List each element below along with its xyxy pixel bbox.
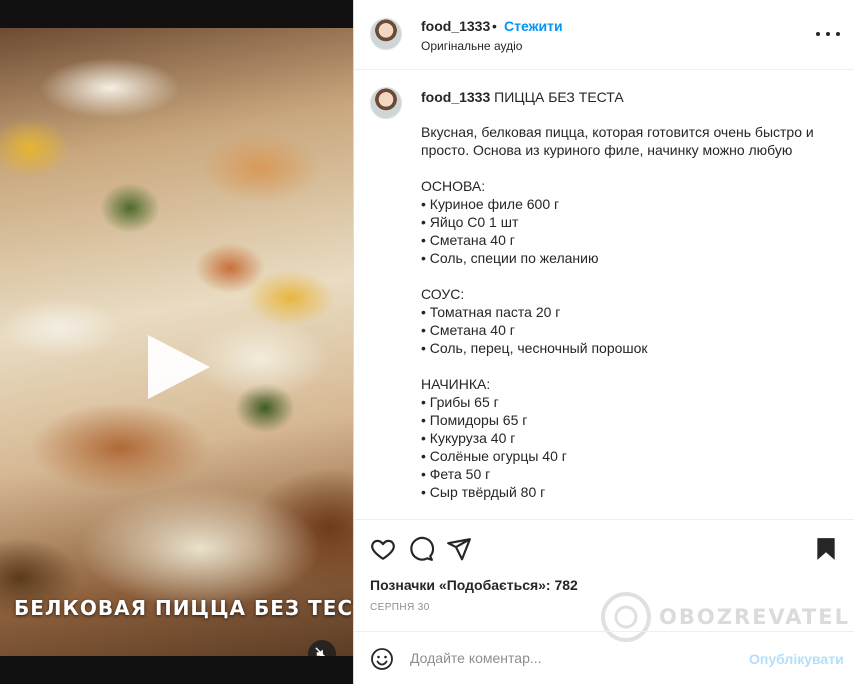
publish-button[interactable]: Опублікувати <box>749 651 844 667</box>
caption-line: • Яйцо С0 1 шт <box>421 214 519 230</box>
caption-line: • Соль, специи по желанию <box>421 250 599 266</box>
avatar[interactable] <box>370 18 402 50</box>
speaker-muted-icon <box>315 647 325 656</box>
caption-line: • Кукуруза 40 г <box>421 430 516 446</box>
caption-section: food_1333 ПИЦЦА БЕЗ ТЕСТА Вкусная, белко… <box>354 71 854 519</box>
comment-bar: Опублікувати <box>354 631 854 684</box>
caption-line: • Грибы 65 г <box>421 394 499 410</box>
caption-line: Вкусная, белковая пицца, которая готовит… <box>421 124 814 158</box>
post-header: food_1333 • Стежити Оригінальне аудіо <box>354 0 854 70</box>
bookmark-icon[interactable] <box>813 536 839 562</box>
more-options-button[interactable] <box>816 26 840 42</box>
post-media: БЕЛКОВАЯ ПИЦЦА БЕЗ ТЕСТА <box>0 0 353 684</box>
likes-count[interactable]: Позначки «Подобається»: 782 <box>370 577 578 593</box>
avatar[interactable] <box>370 87 402 119</box>
post: БЕЛКОВАЯ ПИЦЦА БЕЗ ТЕСТА food_1333 • Сте… <box>0 0 854 684</box>
caption-line <box>421 357 841 375</box>
caption-title: ПИЦЦА БЕЗ ТЕСТА <box>494 89 624 105</box>
mute-button[interactable] <box>308 640 336 656</box>
play-icon[interactable] <box>148 335 210 399</box>
caption-username[interactable]: food_1333 <box>421 89 490 105</box>
caption-line: • Солёные огурцы 40 г <box>421 448 567 464</box>
caption-line <box>421 267 841 285</box>
post-actions: Позначки «Подобається»: 782 СЕРПНЯ 30 OB… <box>354 519 854 642</box>
caption-line: • Куриное филе 600 г <box>421 196 560 212</box>
caption-line: • Соль, перец, чесночный порошок <box>421 340 648 356</box>
caption-line: • Фета 50 г <box>421 466 491 482</box>
caption-line: • Сметана 40 г <box>421 232 515 248</box>
watermark-text: OBOZREVATEL <box>659 605 850 629</box>
video-overlay-text: БЕЛКОВАЯ ПИЦЦА БЕЗ ТЕСТА <box>14 596 353 620</box>
caption-line: СОУС: <box>421 286 465 302</box>
caption-line: • Сыр твёрдый 80 г <box>421 484 546 500</box>
heart-icon[interactable] <box>370 536 396 562</box>
caption-line: НАЧИНКА: <box>421 376 491 392</box>
post-sidebar: food_1333 • Стежити Оригінальне аудіо fo… <box>353 0 854 684</box>
comment-icon[interactable] <box>408 536 434 562</box>
more-dot-icon <box>826 32 830 36</box>
audio-link[interactable]: Оригінальне аудіо <box>421 39 522 53</box>
share-icon[interactable] <box>446 536 472 562</box>
separator-dot: • <box>492 18 497 34</box>
caption-text: Вкусная, белковая пицца, которая готовит… <box>421 123 841 501</box>
caption-line: • Помидоры 65 г <box>421 412 528 428</box>
caption-line: ОСНОВА: <box>421 178 486 194</box>
emoji-icon[interactable] <box>370 647 394 671</box>
more-dot-icon <box>816 32 820 36</box>
comment-input[interactable] <box>410 646 730 670</box>
post-date: СЕРПНЯ 30 <box>370 602 430 613</box>
video-player[interactable]: БЕЛКОВАЯ ПИЦЦА БЕЗ ТЕСТА <box>0 28 353 656</box>
caption-line <box>421 159 841 177</box>
follow-button[interactable]: Стежити <box>504 18 563 34</box>
author-username[interactable]: food_1333 <box>421 18 490 34</box>
caption-line: • Сметана 40 г <box>421 322 515 338</box>
more-dot-icon <box>836 32 840 36</box>
caption-header: food_1333 ПИЦЦА БЕЗ ТЕСТА <box>421 89 624 105</box>
caption-line: • Томатная паста 20 г <box>421 304 561 320</box>
